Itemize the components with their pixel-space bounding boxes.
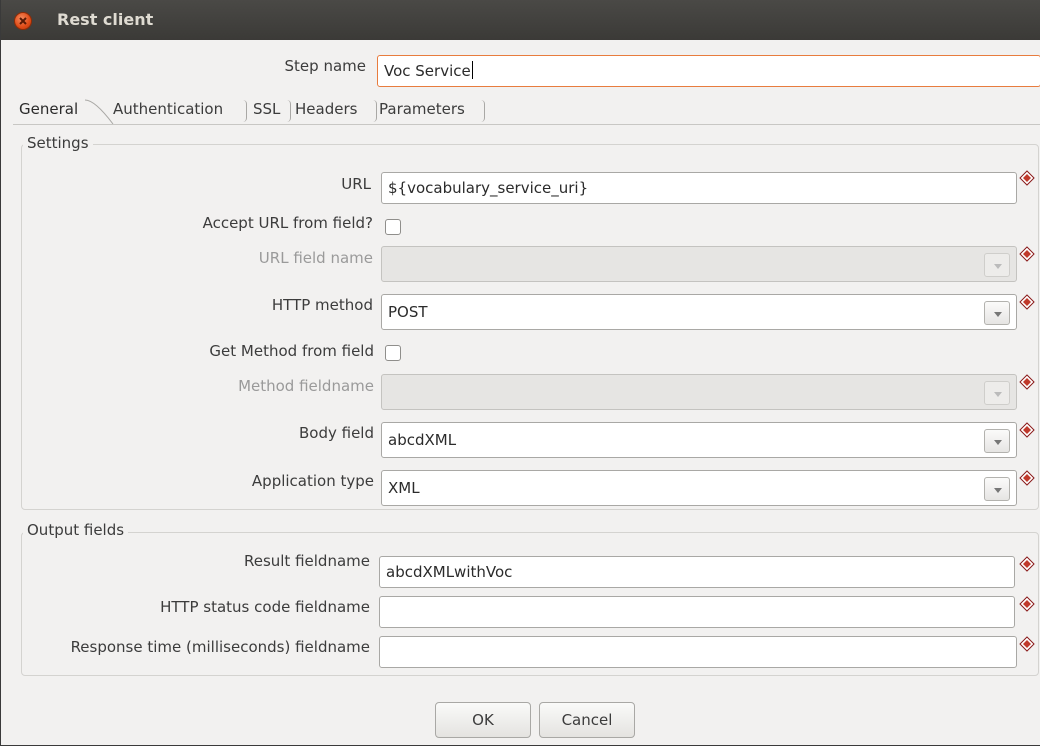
- rest-client-dialog: Rest client Step name Voc Service Genera…: [0, 0, 1040, 746]
- http-method-select[interactable]: POST: [381, 294, 1017, 330]
- tab-headers[interactable]: Headers: [291, 96, 361, 124]
- body-field-label: Body field: [299, 424, 374, 442]
- settings-group-title: Settings: [23, 134, 93, 152]
- url-input[interactable]: ${vocabulary_service_uri}: [381, 172, 1017, 204]
- chevron-down-icon: [994, 392, 1002, 397]
- chevron-down-icon: [994, 312, 1002, 317]
- body-field-select[interactable]: abcdXML: [381, 422, 1017, 458]
- variable-icon[interactable]: [1019, 422, 1035, 438]
- url-field-name-select[interactable]: [381, 246, 1017, 282]
- close-icon[interactable]: [14, 12, 32, 30]
- application-type-select[interactable]: XML: [381, 470, 1017, 506]
- chevron-down-icon: [994, 488, 1002, 493]
- tab-baseline: [13, 124, 1040, 125]
- cancel-button[interactable]: Cancel: [539, 702, 635, 738]
- dropdown-button[interactable]: [984, 381, 1010, 405]
- dropdown-button[interactable]: [984, 477, 1010, 501]
- ok-button[interactable]: OK: [435, 702, 531, 738]
- window-title: Rest client: [57, 10, 154, 29]
- tab-authentication[interactable]: Authentication: [109, 96, 227, 124]
- variable-icon[interactable]: [1019, 636, 1035, 652]
- variable-icon[interactable]: [1019, 170, 1035, 186]
- http-status-code-input[interactable]: [379, 596, 1015, 628]
- accept-url-label: Accept URL from field?: [202, 214, 373, 232]
- result-fieldname-input[interactable]: abcdXMLwithVoc: [379, 556, 1015, 588]
- http-status-code-label: HTTP status code fieldname: [160, 598, 370, 616]
- variable-icon[interactable]: [1019, 596, 1035, 612]
- url-field-name-label: URL field name: [258, 249, 373, 267]
- step-name-input[interactable]: Voc Service: [377, 55, 1040, 87]
- dropdown-button[interactable]: [984, 429, 1010, 453]
- response-time-input[interactable]: [379, 636, 1017, 668]
- tab-general[interactable]: General: [15, 96, 82, 124]
- chevron-down-icon: [994, 264, 1002, 269]
- output-fields-group-title: Output fields: [23, 521, 129, 539]
- variable-icon[interactable]: [1019, 374, 1035, 390]
- tab-ssl[interactable]: SSL: [249, 96, 284, 124]
- variable-icon[interactable]: [1019, 556, 1035, 572]
- get-method-label: Get Method from field: [209, 342, 374, 360]
- dropdown-button[interactable]: [984, 301, 1010, 325]
- tab-separator: [479, 100, 485, 122]
- step-name-label: Step name: [284, 57, 366, 75]
- title-bar[interactable]: Rest client: [1, 0, 1040, 40]
- variable-icon[interactable]: [1019, 294, 1035, 310]
- url-label: URL: [341, 175, 371, 193]
- http-method-label: HTTP method: [271, 296, 373, 314]
- method-fieldname-select[interactable]: [381, 374, 1017, 410]
- method-fieldname-label: Method fieldname: [238, 377, 374, 395]
- dropdown-button[interactable]: [984, 253, 1010, 277]
- variable-icon[interactable]: [1019, 246, 1035, 262]
- result-fieldname-label: Result fieldname: [243, 552, 370, 570]
- application-type-label: Application type: [251, 472, 374, 490]
- chevron-down-icon: [994, 440, 1002, 445]
- accept-url-checkbox[interactable]: [385, 219, 401, 235]
- variable-icon[interactable]: [1019, 470, 1035, 486]
- tab-parameters[interactable]: Parameters: [375, 96, 469, 124]
- tab-separator: [241, 100, 247, 122]
- get-method-checkbox[interactable]: [385, 345, 401, 361]
- response-time-label: Response time (milliseconds) fieldname: [70, 638, 370, 656]
